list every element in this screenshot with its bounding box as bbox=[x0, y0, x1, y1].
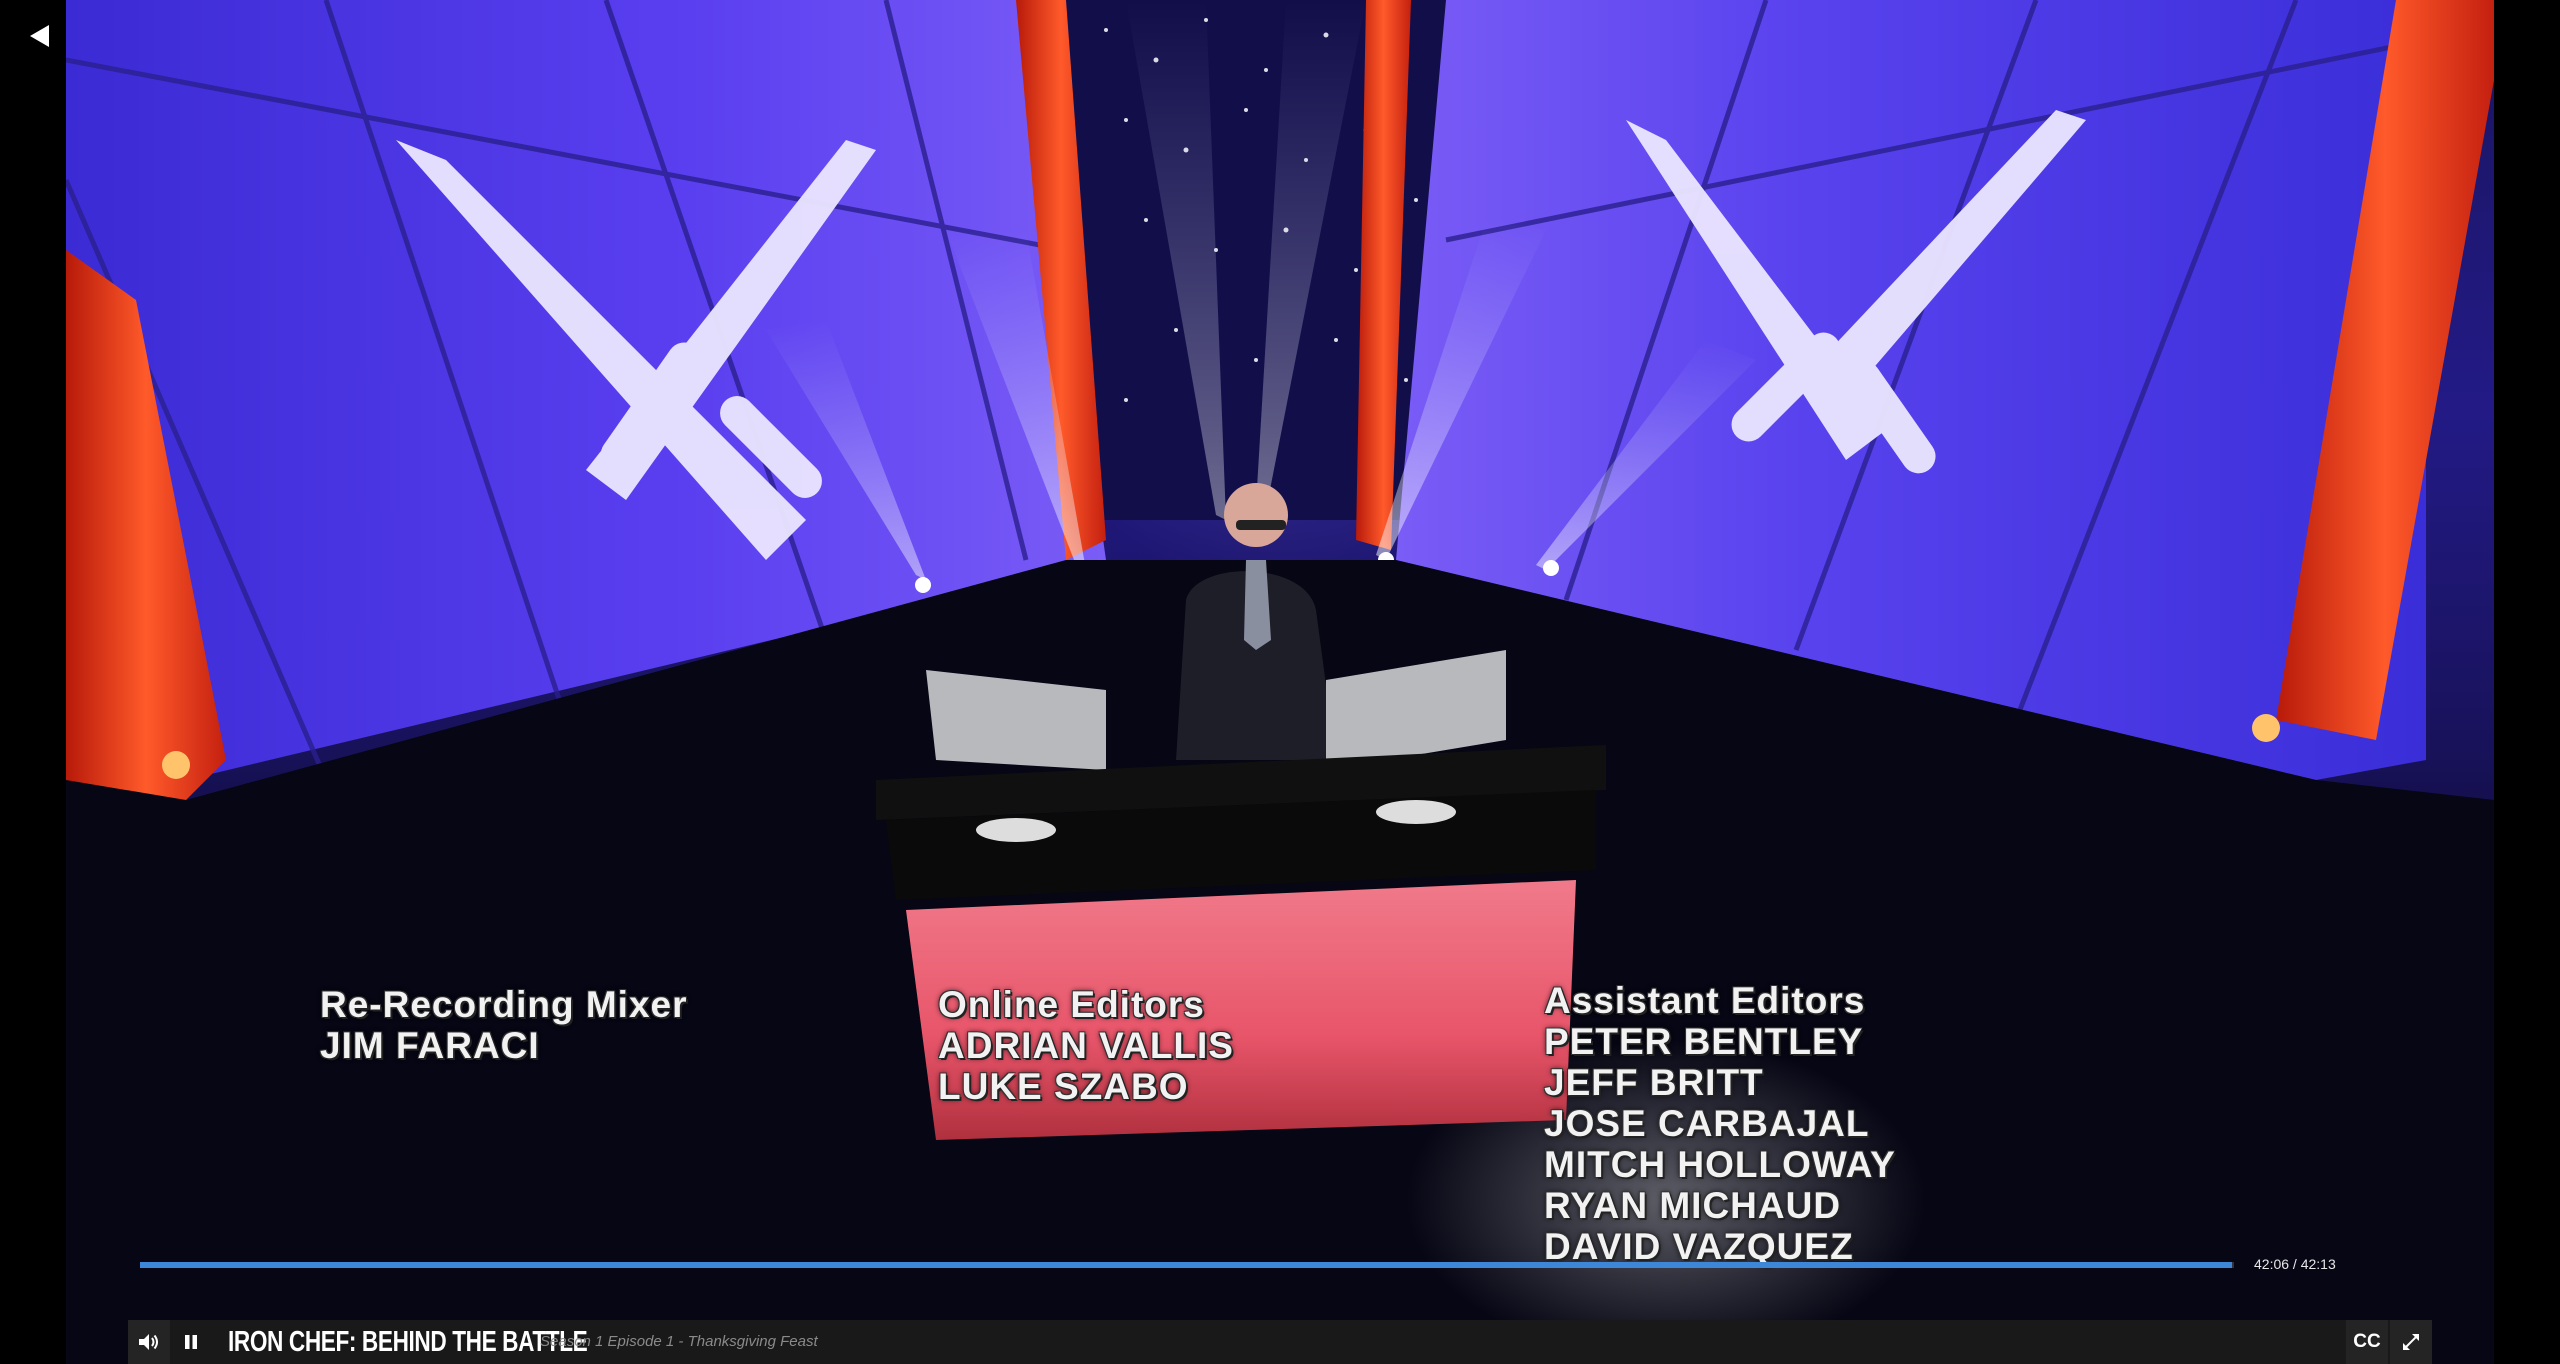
volume-button[interactable] bbox=[128, 1320, 170, 1364]
fullscreen-icon bbox=[2403, 1334, 2419, 1350]
time-display: 42:06 / 42:13 bbox=[2254, 1256, 2336, 1272]
credit-name: JIM FARACI bbox=[320, 1025, 540, 1066]
progress-bar[interactable] bbox=[140, 1262, 2234, 1268]
control-bar: IRON CHEF: BEHIND THE BATTLE Season 1 Ep… bbox=[128, 1320, 2432, 1364]
credit-name: LUKE SZABO bbox=[938, 1066, 1189, 1107]
credit-name: RYAN MICHAUD bbox=[1544, 1185, 1842, 1226]
credit-name: MITCH HOLLOWAY bbox=[1544, 1144, 1896, 1185]
pause-button[interactable] bbox=[170, 1320, 212, 1364]
credit-role: Assistant Editors bbox=[1544, 980, 1866, 1021]
video-frame[interactable]: Re-Recording Mixer JIM FARACI Online Edi… bbox=[66, 0, 2494, 1364]
pause-icon bbox=[185, 1335, 197, 1349]
credit-block-mixer: Re-Recording Mixer JIM FARACI bbox=[320, 984, 688, 1066]
episode-info: Season 1 Episode 1 - Thanksgiving Feast bbox=[540, 1333, 818, 1350]
credit-name: JEFF BRITT bbox=[1544, 1062, 1764, 1103]
closed-captions-button[interactable]: CC bbox=[2346, 1320, 2388, 1364]
video-scene bbox=[66, 0, 2494, 1364]
credit-name: JOSE CARBAJAL bbox=[1544, 1103, 1870, 1144]
fullscreen-button[interactable] bbox=[2390, 1320, 2432, 1364]
credit-role: Re-Recording Mixer bbox=[320, 984, 688, 1025]
credit-name: ADRIAN VALLIS bbox=[938, 1025, 1234, 1066]
back-button[interactable] bbox=[22, 18, 58, 54]
back-arrow-icon bbox=[30, 25, 49, 47]
credit-block-online: Online Editors ADRIAN VALLIS LUKE SZABO bbox=[938, 984, 1234, 1107]
show-title: IRON CHEF: BEHIND THE BATTLE bbox=[228, 1325, 588, 1358]
credit-block-assistant: Assistant Editors PETER BENTLEY JEFF BRI… bbox=[1544, 980, 1896, 1267]
volume-icon bbox=[139, 1334, 158, 1350]
credit-role: Online Editors bbox=[938, 984, 1205, 1025]
credit-name: DAVID VAZQUEZ bbox=[1544, 1226, 1854, 1267]
progress-fill bbox=[140, 1262, 2233, 1268]
credit-name: PETER BENTLEY bbox=[1544, 1021, 1864, 1062]
